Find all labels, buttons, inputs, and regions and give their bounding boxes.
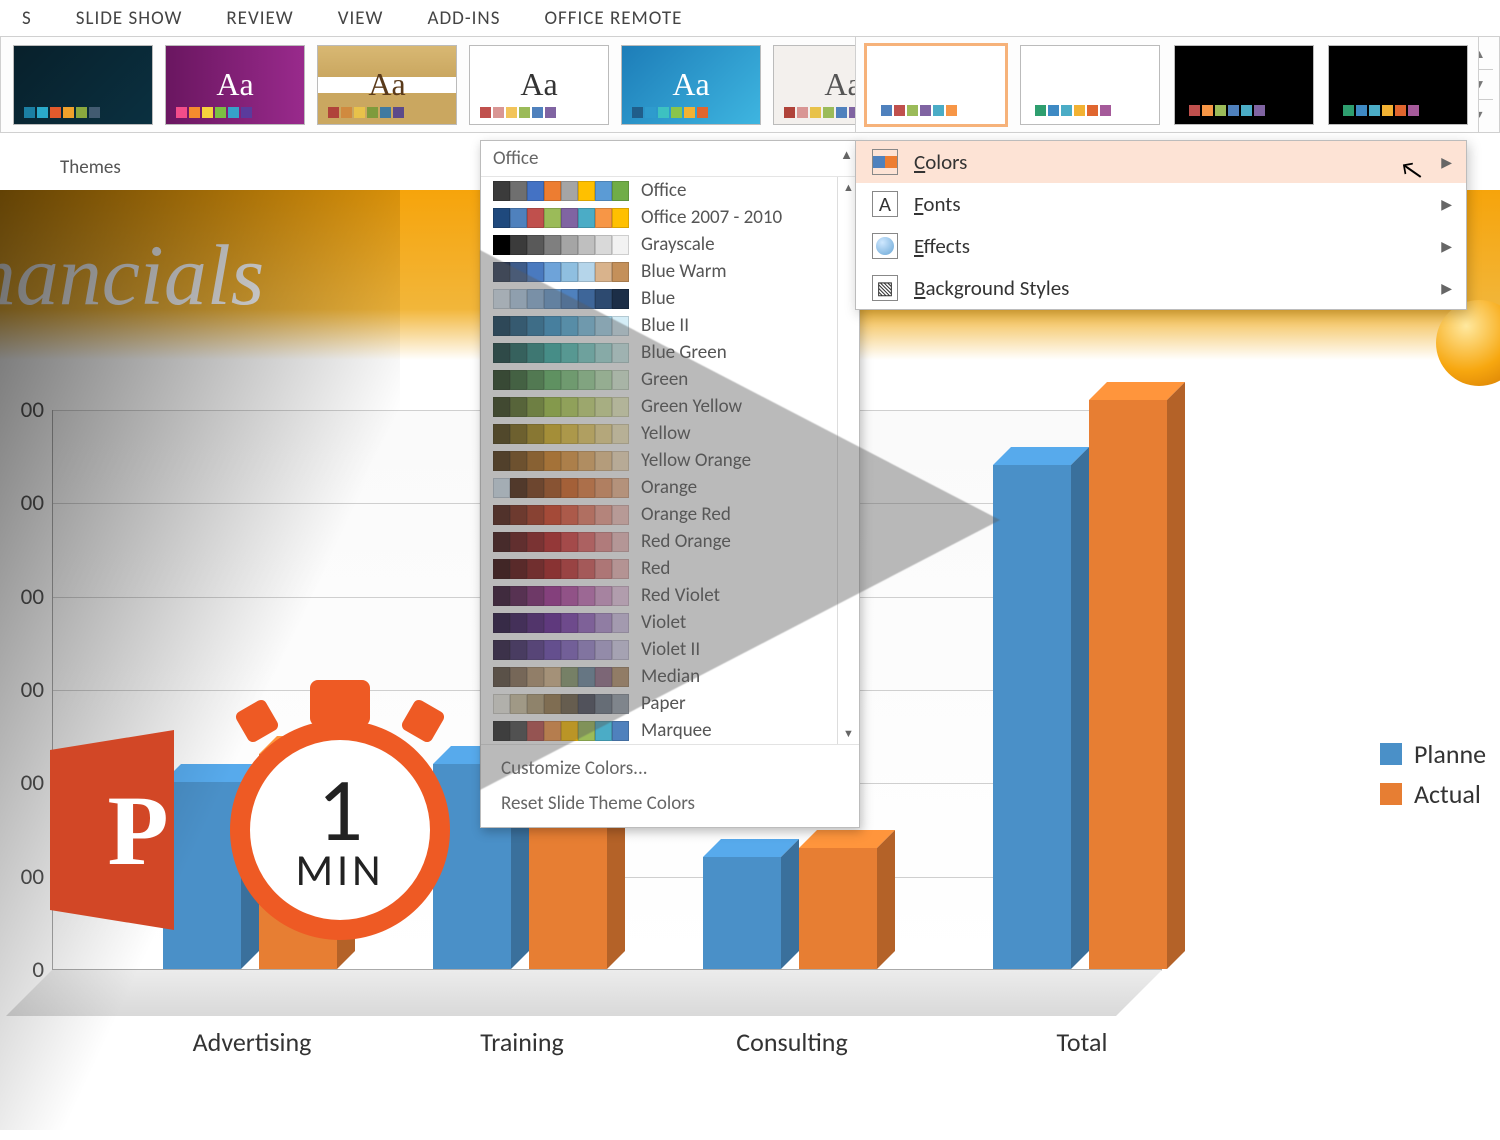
slide-title-text: r financials	[0, 225, 264, 325]
variant-thumb-2[interactable]	[1174, 45, 1314, 125]
theme-thumb-1[interactable]: Aa	[165, 45, 305, 125]
play-icon[interactable]	[480, 250, 1000, 790]
ytick: 00	[21, 863, 44, 891]
chevron-right-icon: ▶	[1441, 238, 1452, 255]
chevron-right-icon: ▶	[1441, 280, 1452, 297]
bar-total-planned	[993, 465, 1071, 969]
chart-yaxis: 0000000000000	[0, 410, 50, 970]
chevron-right-icon: ▶	[1441, 196, 1452, 213]
tab-view[interactable]: VIEW	[338, 7, 384, 30]
variant-thumb-1[interactable]	[1020, 45, 1160, 125]
theme-thumb-4[interactable]: Aa	[621, 45, 761, 125]
color-scheme-office-2007-2010[interactable]: Office 2007 - 2010	[481, 204, 859, 231]
tab-review[interactable]: REVIEW	[226, 7, 293, 30]
fonts-icon: A	[872, 191, 898, 217]
color-scheme-office[interactable]: Office	[481, 177, 859, 204]
ytick: 00	[21, 769, 44, 797]
tab-office-remote[interactable]: OFFICE REMOTE	[544, 7, 682, 30]
xcat-advertising: Advertising	[193, 1026, 312, 1058]
bar-consulting-planned	[703, 857, 781, 969]
theme-thumb-3[interactable]: Aa	[469, 45, 609, 125]
tab-slideshow[interactable]: SLIDE SHOW	[76, 7, 183, 30]
bar-total-actual	[1089, 400, 1167, 969]
chevron-right-icon: ▶	[1441, 154, 1452, 171]
variant-thumb-0[interactable]	[866, 45, 1006, 125]
ytick: 00	[21, 396, 44, 424]
powerpoint-icon: P	[50, 730, 250, 930]
variants-gallery	[855, 36, 1479, 133]
ytick: 00	[21, 489, 44, 517]
xcat-consulting: Consulting	[736, 1026, 847, 1058]
legend-actual: Actual	[1380, 778, 1486, 810]
ribbon-tabs: S SLIDE SHOW REVIEW VIEW ADD-INS OFFICE …	[0, 0, 1500, 36]
legend-planned: Planne	[1380, 738, 1486, 770]
ytick: 00	[21, 676, 44, 704]
stopwatch-icon: 1MIN	[230, 720, 450, 940]
tab-addins[interactable]: ADD-INS	[427, 7, 500, 30]
chart-floor	[6, 970, 1162, 1016]
colors-icon	[872, 149, 898, 175]
ytick: 00	[21, 583, 44, 611]
xcat-training: Training	[480, 1026, 564, 1058]
variant-thumb-3[interactable]	[1328, 45, 1468, 125]
bar-consulting-actual	[799, 848, 877, 969]
one-minute-badge: P 1MIN	[50, 720, 470, 940]
flyout-colors[interactable]: Colors▶	[856, 141, 1466, 183]
theme-thumb-0[interactable]	[13, 45, 153, 125]
chart-legend: Planne Actual	[1380, 730, 1486, 818]
xcat-total: Total	[1057, 1026, 1108, 1058]
flyout-fonts[interactable]: AFonts▶	[856, 183, 1466, 225]
reset-theme-colors-item[interactable]: Reset Slide Theme Colors	[497, 786, 843, 821]
scroll-up-icon[interactable]: ▲	[840, 147, 853, 163]
themes-group-label: Themes	[60, 156, 121, 179]
tab-transitions-cut[interactable]: S	[22, 7, 32, 30]
theme-colors-header: Office ▲	[481, 141, 859, 177]
theme-thumb-2[interactable]: Aa	[317, 45, 457, 125]
